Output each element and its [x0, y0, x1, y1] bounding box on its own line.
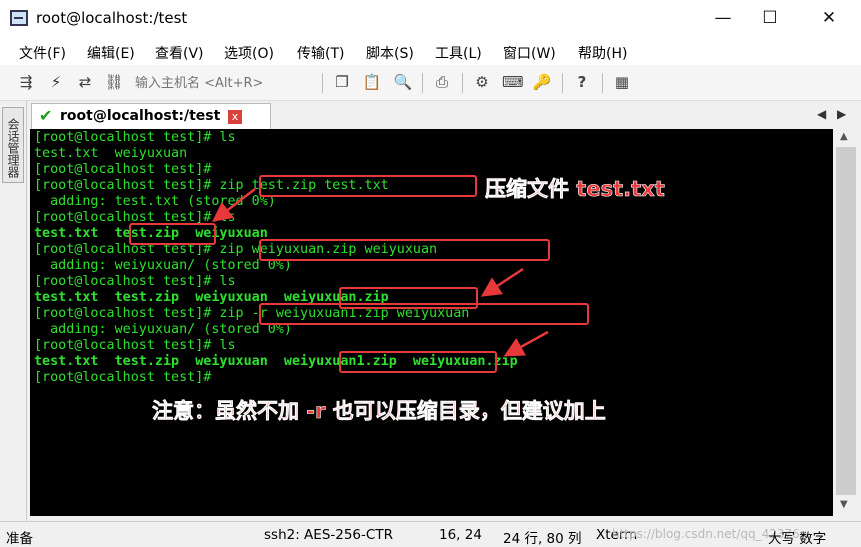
terminal-scrollbar[interactable]: ▲ ▼ [833, 129, 861, 516]
session-manager-tab[interactable]: 会话管理器 [2, 107, 24, 183]
minimize-button[interactable]: — [700, 0, 746, 38]
paste-icon[interactable]: 📋 [362, 72, 382, 92]
terminal-app-icon [10, 10, 28, 26]
scroll-down-icon[interactable]: ▼ [840, 499, 848, 510]
status-bar: 准备 ssh2: AES-256-CTR 16, 24 24 行, 80 列 X… [0, 521, 861, 547]
tab-scroll-right-icon[interactable]: ▶ [837, 107, 846, 121]
annotation-note: 注意：虽然不加 -r 也可以压缩目录，但建议加上 [152, 399, 606, 424]
session-manager-panel: 会话管理器 [0, 101, 27, 521]
status-cursor-position: 16, 24 [439, 527, 482, 543]
status-cipher: ssh2: AES-256-CTR [264, 527, 393, 543]
toolbar-separator [602, 73, 603, 93]
maximize-button[interactable]: ☐ [747, 0, 793, 38]
annotation-arrows [212, 188, 549, 357]
status-terminal-size: 24 行, 80 列 [503, 531, 582, 547]
sftp-icon[interactable]: ▦ [612, 72, 632, 92]
window-title: root@localhost:/test [36, 9, 188, 27]
arrow-weiyuxuan-zip [480, 267, 524, 297]
disconnect-icon[interactable]: ⛓ [104, 72, 124, 92]
menu-view[interactable]: 查看(V) [155, 43, 204, 63]
title-bar: root@localhost:/test — ☐ ✕ [0, 0, 861, 38]
tab-close-button[interactable]: x [228, 110, 242, 124]
menu-edit[interactable]: 编辑(E) [87, 43, 135, 63]
menu-help[interactable]: 帮助(H) [578, 43, 627, 63]
menu-script[interactable]: 脚本(S) [366, 43, 414, 63]
host-input[interactable] [135, 73, 315, 93]
session-tab-label: root@localhost:/test [60, 108, 221, 124]
menu-window[interactable]: 窗口(W) [503, 43, 556, 63]
toolbar-separator [322, 73, 323, 93]
reconnect-icon[interactable]: ⇄ [75, 72, 95, 92]
scroll-up-icon[interactable]: ▲ [840, 131, 848, 142]
scrollbar-thumb[interactable] [836, 147, 856, 495]
menu-options[interactable]: 选项(O) [224, 43, 274, 63]
toolbar: ⇶ ⚡ ⇄ ⛓ ❐ 📋 🔍 ⎙ ⚙ ⌨ 🔑 ? ▦ [0, 65, 861, 101]
arrow-weiyuxuan1-zip [503, 330, 549, 357]
session-tab[interactable]: ✔ root@localhost:/test x [31, 103, 271, 129]
menu-file[interactable]: 文件(F) [19, 43, 66, 63]
keymap-icon[interactable]: ⌨ [502, 72, 524, 92]
status-ready: 准备 [6, 531, 33, 547]
connect-icon[interactable]: ⇶ [16, 72, 36, 92]
key-icon[interactable]: 🔑 [532, 72, 552, 92]
close-button[interactable]: ✕ [806, 0, 852, 38]
terminal-screen[interactable]: [root@localhost test]# ls test.txt weiyu… [30, 129, 833, 516]
menu-transfer[interactable]: 传输(T) [297, 43, 344, 63]
toolbar-separator [562, 73, 563, 93]
toolbar-separator [422, 73, 423, 93]
print-icon[interactable]: ⎙ [432, 72, 452, 92]
status-keyboard-state: 大写 数字 [768, 531, 827, 547]
menu-bar: 文件(F) 编辑(E) 查看(V) 选项(O) 传输(T) 脚本(S) 工具(L… [0, 38, 861, 65]
toolbar-separator [462, 73, 463, 93]
menu-tools[interactable]: 工具(L) [435, 43, 482, 63]
tab-strip: ✔ root@localhost:/test x ◀ ▶ [27, 101, 861, 129]
settings-icon[interactable]: ⚙ [472, 72, 492, 92]
find-icon[interactable]: 🔍 [393, 72, 413, 92]
arrow-test-zip [212, 188, 256, 223]
connected-check-icon: ✔ [39, 106, 53, 125]
quick-connect-icon[interactable]: ⚡ [46, 72, 66, 92]
help-icon[interactable]: ? [572, 72, 592, 92]
copy-icon[interactable]: ❐ [332, 72, 352, 92]
tab-scroll-left-icon[interactable]: ◀ [817, 107, 826, 121]
annotation-compress-file: 压缩文件 test.txt [485, 177, 665, 202]
